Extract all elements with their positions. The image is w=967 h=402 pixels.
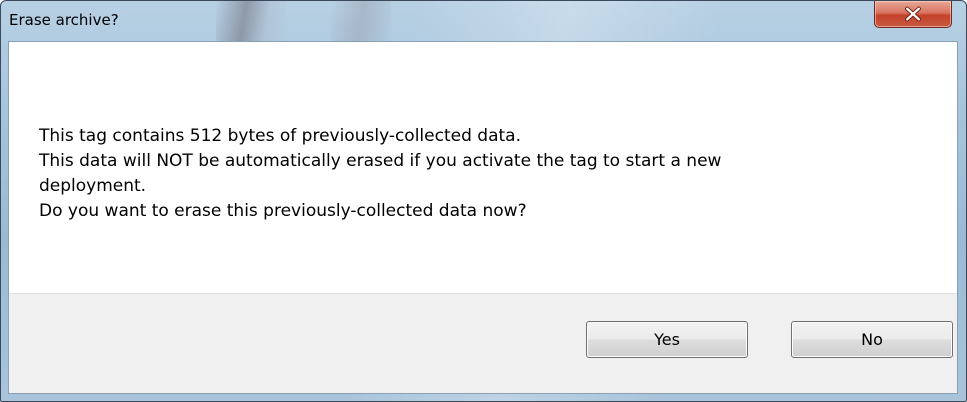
close-button[interactable] [874, 1, 952, 28]
title-bar[interactable]: Erase archive? [1, 1, 966, 41]
dialog-window: Erase archive? This tag contains 512 byt… [0, 0, 967, 402]
button-area: Yes No [9, 293, 957, 393]
yes-button[interactable]: Yes [586, 321, 748, 358]
no-button[interactable]: No [791, 321, 953, 358]
message-text: This tag contains 512 bytes of previousl… [39, 124, 919, 224]
message-line: This tag contains 512 bytes of previousl… [39, 126, 521, 146]
dialog-title: Erase archive? [9, 11, 119, 29]
close-icon [905, 6, 921, 22]
message-area: This tag contains 512 bytes of previousl… [9, 42, 957, 293]
dialog-client-area: This tag contains 512 bytes of previousl… [8, 41, 958, 394]
message-line: Do you want to erase this previously-col… [39, 201, 527, 221]
message-line: This data will NOT be automatically eras… [39, 151, 722, 171]
message-line: deployment. [39, 176, 147, 196]
